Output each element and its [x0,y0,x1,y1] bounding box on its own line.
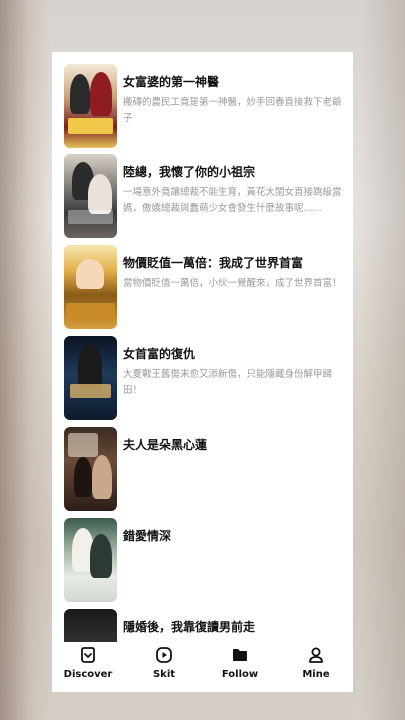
cover-image[interactable] [64,154,117,238]
list-item[interactable]: 女富婆的第一神醫 搬磚的農民工竟是第一神醫，妙手回春直接救下老爺子 [52,64,353,148]
drama-title[interactable]: 女首富的復仇 [123,346,345,362]
cover-image[interactable] [64,64,117,148]
list-item[interactable]: 陸總，我懷了你的小祖宗 一場意外竟讓總裁不能生育，黃花大閨女直接跳級當媽，傲嬌總… [52,154,353,238]
drama-description: 一場意外竟讓總裁不能生育，黃花大閨女直接跳級當媽，傲嬌總裁與蠢萌少女會發生什麼故… [123,187,342,214]
drama-title[interactable]: 隱婚後，我靠復讀男前走 [123,619,345,635]
tab-discover[interactable]: Discover [58,646,118,690]
list-item[interactable]: 錯愛情深 [52,518,353,602]
drama-title[interactable]: 錯愛情深 [123,528,345,544]
drama-description: 大夏戰王舊傷未愈又添新傷，只能隱藏身份解甲歸田！ [123,369,333,396]
drama-list-panel: 女富婆的第一神醫 搬磚的農民工竟是第一神醫，妙手回春直接救下老爺子 陸總，我懷了… [52,52,353,692]
tab-follow[interactable]: Follow [210,646,270,690]
tab-label: Discover [63,669,113,680]
list-item[interactable]: 女首富的復仇 大夏戰王舊傷未愈又添新傷，只能隱藏身份解甲歸田！ [52,336,353,420]
folder-icon [233,649,247,661]
tab-label: Skit [152,669,176,680]
list-item[interactable]: 夫人是朵黑心蓮 [52,427,353,511]
drama-title[interactable]: 女富婆的第一神醫 [123,74,345,90]
drama-description: 搬磚的農民工竟是第一神醫，妙手回春直接救下老爺子 [123,97,342,124]
person-icon [309,647,323,663]
drama-title[interactable]: 夫人是朵黑心蓮 [123,437,345,453]
discover-icon [81,647,95,663]
tab-mine[interactable]: Mine [286,646,346,690]
cover-image[interactable] [64,336,117,420]
drama-title[interactable]: 物價貶值一萬倍：我成了世界首富 [123,255,345,271]
tab-label: Follow [221,669,259,680]
list-item[interactable]: 物價貶值一萬倍：我成了世界首富 當物價貶值一萬倍，小伙一覺醒來，成了世界首富！ [52,245,353,329]
drama-description: 當物價貶值一萬倍，小伙一覺醒來，成了世界首富！ [123,278,342,289]
drama-title[interactable]: 陸總，我懷了你的小祖宗 [123,164,345,180]
tab-skit[interactable]: Skit [134,646,194,690]
bottom-tab-bar: Discover Skit Follow Mine [52,642,353,692]
tab-label: Mine [302,669,330,680]
play-circle-icon [156,647,172,663]
cover-image[interactable] [64,427,117,511]
cover-image[interactable] [64,245,117,329]
cover-image[interactable] [64,518,117,602]
